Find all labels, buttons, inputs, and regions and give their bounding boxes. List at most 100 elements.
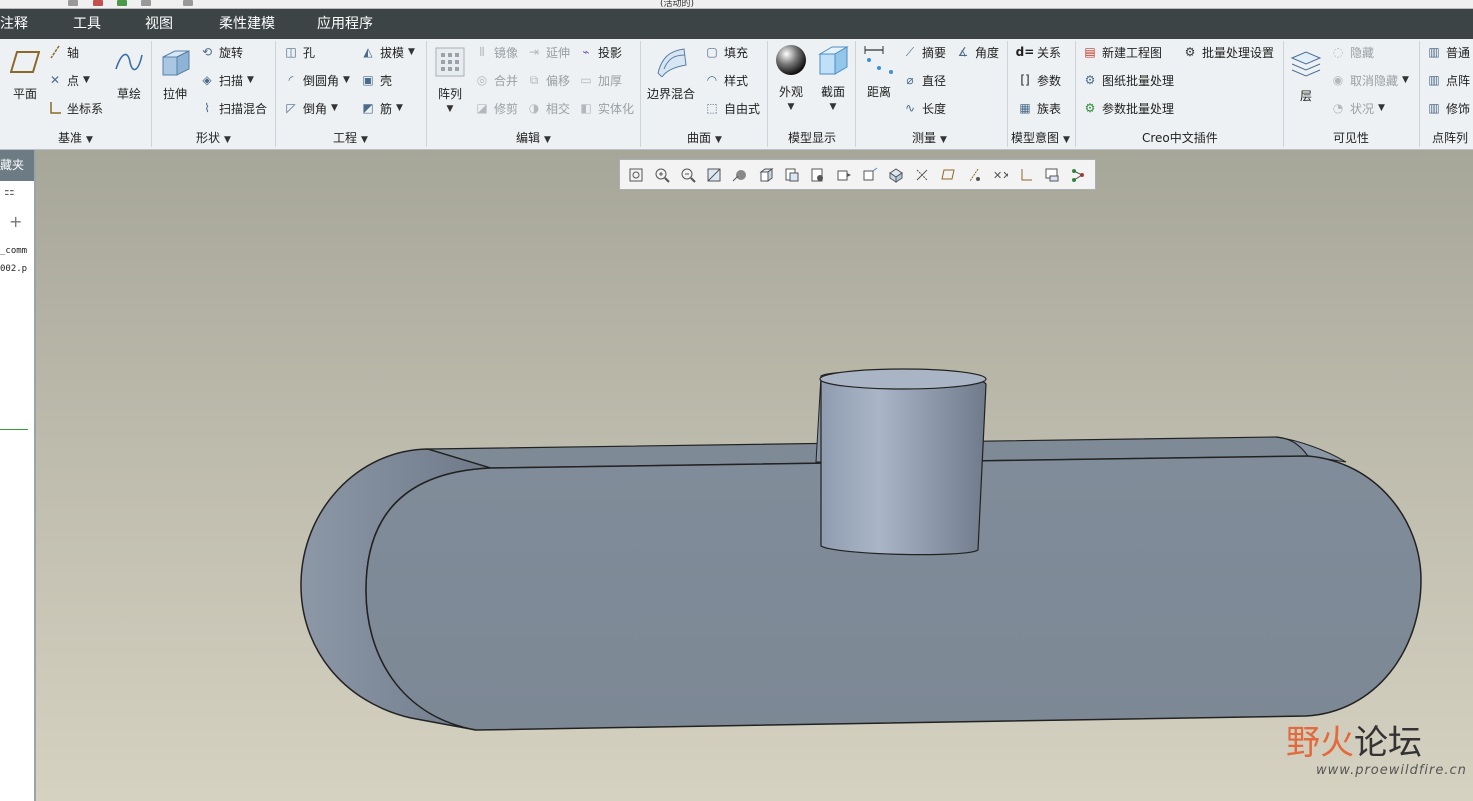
revolve-button[interactable]: ⟲ 旋转 bbox=[199, 41, 243, 63]
point-array-group-label: 点阵列 bbox=[1432, 131, 1469, 145]
length-button[interactable]: ∿ 长度 bbox=[902, 97, 946, 119]
sweep-button[interactable]: ◈ 扫描 ▼ bbox=[199, 69, 254, 91]
sweep-icon: ◈ bbox=[202, 73, 212, 87]
project-button[interactable]: ⌁ 投影 bbox=[578, 41, 622, 63]
section-button[interactable]: 截面 ▼ bbox=[816, 43, 850, 112]
add-icon[interactable]: + bbox=[9, 212, 22, 231]
solidify-button[interactable]: ◧ 实体化 bbox=[578, 97, 634, 119]
show-options-icon[interactable]: ⚏ bbox=[4, 184, 15, 198]
engineering-group-label[interactable]: 工程 ▼ bbox=[333, 129, 368, 146]
appearance-dropdown-icon[interactable]: ▼ bbox=[788, 102, 795, 112]
round-button[interactable]: ◜ 倒圆角 ▼ bbox=[283, 69, 350, 91]
surfaces-group-label[interactable]: 曲面 ▼ bbox=[687, 129, 722, 146]
drawing-batch-button[interactable]: ⚙ 图纸批量处理 bbox=[1082, 69, 1174, 91]
graphics-viewport[interactable]: ✕✕ 野火论坛 www.proewildfire.cn bbox=[36, 150, 1473, 801]
extend-button[interactable]: ⇥ 延伸 bbox=[526, 41, 570, 63]
relations-icon: d= bbox=[1015, 45, 1035, 59]
menu-annotate[interactable]: 注释 bbox=[0, 9, 28, 39]
save-icon[interactable] bbox=[117, 0, 127, 6]
point-array-grid-button[interactable]: ▥ 点阵 bbox=[1426, 69, 1470, 91]
angle-button[interactable]: ∡ 角度 bbox=[955, 41, 999, 63]
parameters-icon: [] bbox=[1020, 73, 1030, 87]
close-window-icon[interactable] bbox=[183, 0, 193, 6]
plane-button[interactable]: 平面 bbox=[8, 45, 42, 102]
point-array-normal-button[interactable]: ▥ 普通 bbox=[1426, 41, 1470, 63]
extrude-button[interactable]: 拉伸 bbox=[158, 45, 192, 102]
shapes-group-label[interactable]: 形状 ▼ bbox=[196, 129, 231, 146]
layers-button[interactable]: 层 bbox=[1289, 47, 1323, 104]
boundary-blend-button[interactable]: 边界混合 bbox=[647, 45, 695, 102]
sketch-button[interactable]: 草绘 bbox=[112, 45, 146, 102]
point-array-cosmetic-icon: ▥ bbox=[1428, 101, 1440, 115]
status-button[interactable]: ◔ 状况 ▼ bbox=[1330, 97, 1385, 119]
watermark-url: www.proewildfire.cn bbox=[1316, 763, 1467, 778]
shell-button[interactable]: ▣ 壳 bbox=[360, 69, 392, 91]
ribbon-separator bbox=[767, 41, 768, 147]
ribbon-separator bbox=[855, 41, 856, 147]
hole-button[interactable]: ◫ 孔 bbox=[283, 41, 315, 63]
appearance-button[interactable]: 外观 ▼ bbox=[774, 43, 808, 112]
new-icon[interactable] bbox=[68, 0, 78, 6]
section-dropdown-icon[interactable]: ▼ bbox=[830, 102, 837, 112]
datum-group-label[interactable]: 基准 ▼ bbox=[58, 129, 93, 146]
batch-settings-button[interactable]: ⚙ 批量处理设置 bbox=[1182, 41, 1274, 63]
batch-settings-icon: ⚙ bbox=[1184, 45, 1196, 59]
intersect-button[interactable]: ◑ 相交 bbox=[526, 97, 570, 119]
chamfer-button[interactable]: ◸ 倒角 ▼ bbox=[283, 97, 338, 119]
relations-button[interactable]: d= 关系 bbox=[1015, 41, 1061, 63]
point-array-cosmetic-button[interactable]: ▥ 修饰 bbox=[1426, 97, 1470, 119]
unhide-button[interactable]: ◉ 取消隐藏 ▼ bbox=[1330, 69, 1409, 91]
unhide-icon: ◉ bbox=[1332, 73, 1344, 87]
point-button[interactable]: ✕ 点 ▼ bbox=[47, 69, 90, 91]
freestyle-button[interactable]: ⬚ 自由式 bbox=[704, 97, 760, 119]
style-button[interactable]: ◠ 样式 bbox=[704, 69, 748, 91]
menu-tools[interactable]: 工具 bbox=[73, 9, 101, 39]
menu-flexible-modeling[interactable]: 柔性建模 bbox=[219, 9, 275, 39]
axis-button[interactable]: 轴 bbox=[47, 41, 79, 63]
project-icon: ⌁ bbox=[582, 45, 590, 59]
ribbon-separator bbox=[275, 41, 276, 147]
ribbon-separator bbox=[1075, 41, 1076, 147]
point-array-normal-icon: ▥ bbox=[1428, 45, 1440, 59]
watermark-logo-text-1: 野火 bbox=[1286, 723, 1354, 763]
cylinder-top-face bbox=[819, 368, 987, 390]
merge-button[interactable]: ◎ 合并 bbox=[474, 69, 518, 91]
3d-model[interactable] bbox=[36, 150, 1473, 801]
new-drawing-button[interactable]: ▤ 新建工程图 bbox=[1082, 41, 1162, 63]
file-item[interactable]: 002.p bbox=[0, 264, 27, 274]
offset-button[interactable]: ⧉ 偏移 bbox=[526, 69, 570, 91]
measure-group-label[interactable]: 测量 ▼ bbox=[912, 129, 947, 146]
parameters-button[interactable]: [] 参数 bbox=[1017, 69, 1061, 91]
summary-button[interactable]: ⟋ 摘要 bbox=[902, 41, 946, 63]
trim-button[interactable]: ◪ 修剪 bbox=[474, 97, 518, 119]
favorites-header: 藏夹 bbox=[0, 150, 34, 181]
offset-icon: ⧉ bbox=[529, 72, 539, 87]
mirror-icon: ⫴ bbox=[479, 44, 485, 59]
freestyle-icon: ⬚ bbox=[706, 101, 718, 115]
undo-icon[interactable] bbox=[141, 0, 151, 6]
sketch-icon bbox=[112, 45, 146, 79]
open-icon[interactable] bbox=[93, 0, 103, 6]
pattern-dropdown-icon[interactable]: ▼ bbox=[447, 104, 454, 114]
swept-blend-icon: ⌇ bbox=[204, 101, 210, 115]
family-table-button[interactable]: ▦ 族表 bbox=[1017, 97, 1061, 119]
distance-button[interactable]: 距离 bbox=[862, 43, 896, 100]
mirror-button[interactable]: ⫴ 镜像 bbox=[474, 41, 518, 63]
diameter-button[interactable]: ⌀ 直径 bbox=[902, 69, 946, 91]
menu-view[interactable]: 视图 bbox=[145, 9, 173, 39]
rib-button[interactable]: ◩ 筋 ▼ bbox=[360, 97, 403, 119]
fill-button[interactable]: ▢ 填充 bbox=[704, 41, 748, 63]
thicken-button[interactable]: ▭ 加厚 bbox=[578, 69, 622, 91]
model-intent-group-label[interactable]: 模型意图 ▼ bbox=[1011, 129, 1070, 146]
swept-blend-button[interactable]: ⌇ 扫描混合 bbox=[199, 97, 267, 119]
menu-applications[interactable]: 应用程序 bbox=[317, 9, 373, 39]
file-item[interactable]: _comm bbox=[0, 246, 27, 256]
rib-icon: ◩ bbox=[362, 101, 374, 115]
status-icon: ◔ bbox=[1332, 101, 1344, 115]
csys-button[interactable]: 坐标系 bbox=[47, 97, 103, 119]
editing-group-label[interactable]: 编辑 ▼ bbox=[516, 129, 551, 146]
param-batch-button[interactable]: ⚙ 参数批量处理 bbox=[1082, 97, 1174, 119]
hide-button[interactable]: ◌ 隐藏 bbox=[1330, 41, 1374, 63]
pattern-button[interactable]: 阵列 ▼ bbox=[433, 45, 467, 114]
draft-button[interactable]: ◭ 拔模 ▼ bbox=[360, 41, 415, 63]
